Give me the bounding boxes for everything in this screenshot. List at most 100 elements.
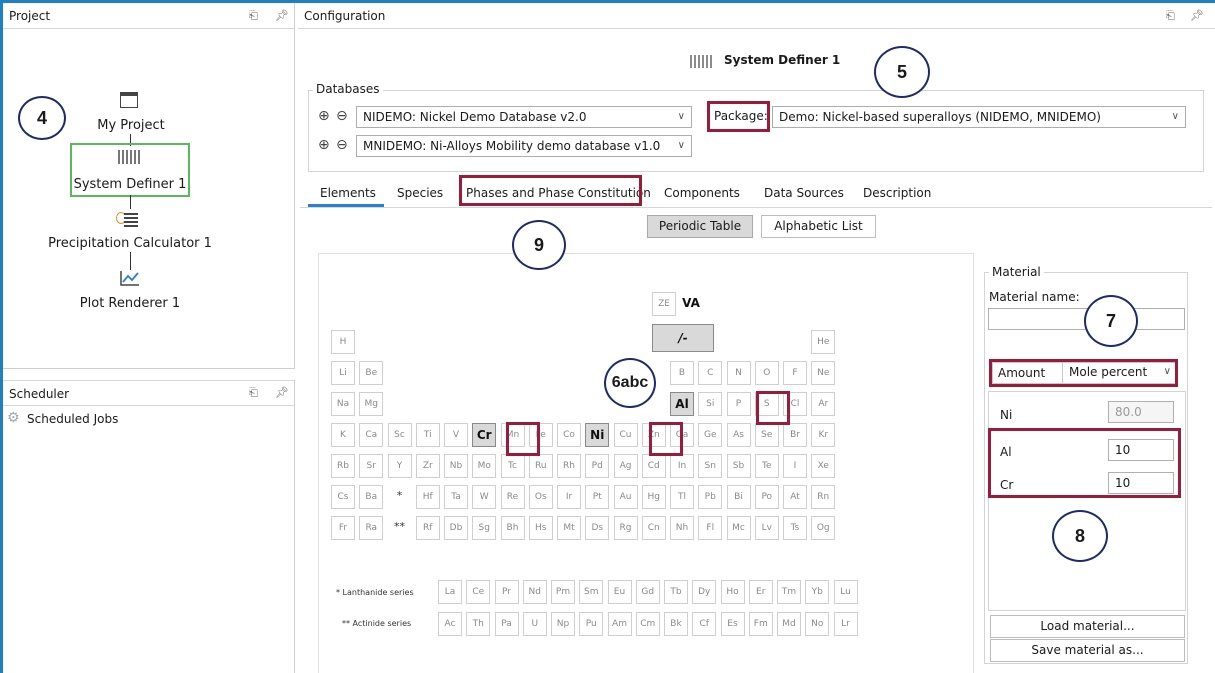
element-Tc[interactable]: Tc — [500, 454, 525, 478]
tree-item-system-definer[interactable]: System Definer 1 — [72, 177, 188, 192]
element-Pa[interactable]: Pa — [494, 612, 519, 636]
tree-item-my-project[interactable]: My Project — [76, 118, 186, 133]
element-At[interactable]: At — [783, 485, 807, 509]
element-Lv[interactable]: Lv — [754, 516, 779, 540]
element-Ni[interactable]: Ni — [585, 423, 610, 447]
element-Ir[interactable]: Ir — [557, 485, 581, 509]
tab-elements[interactable]: Elements — [320, 182, 376, 204]
element-Mc[interactable]: Mc — [726, 516, 751, 540]
element-Pr[interactable]: Pr — [494, 580, 519, 604]
element-Eu[interactable]: Eu — [607, 580, 632, 604]
element-Bk[interactable]: Bk — [664, 612, 688, 636]
element-Mo[interactable]: Mo — [472, 454, 497, 478]
tab-species[interactable]: Species — [397, 182, 443, 204]
element-B[interactable]: B — [670, 361, 694, 385]
element-Ra[interactable]: Ra — [359, 516, 384, 540]
element-Tb[interactable]: Tb — [664, 580, 688, 604]
element-Db[interactable]: Db — [444, 516, 468, 540]
element-Ru[interactable]: Ru — [528, 454, 553, 478]
pin-icon[interactable]: 📌︎ — [275, 3, 289, 29]
element-Ta[interactable]: Ta — [444, 485, 468, 509]
element-Rh[interactable]: Rh — [557, 454, 581, 478]
element-Bi[interactable]: Bi — [726, 485, 751, 509]
element-Fr[interactable]: Fr — [331, 516, 355, 540]
element-Rf[interactable]: Rf — [415, 516, 440, 540]
element-Zr[interactable]: Zr — [415, 454, 440, 478]
element-Nd[interactable]: Nd — [522, 580, 547, 604]
element-No[interactable]: No — [805, 612, 830, 636]
element-Nh[interactable]: Nh — [670, 516, 694, 540]
element-Lu[interactable]: Lu — [833, 580, 858, 604]
element-Rb[interactable]: Rb — [331, 454, 355, 478]
element-Ag[interactable]: Ag — [613, 454, 638, 478]
element-Sb[interactable]: Sb — [726, 454, 751, 478]
add-database-icon[interactable]: ⊕ — [318, 134, 330, 156]
element-VA[interactable]: VA — [679, 292, 703, 316]
element-Lr[interactable]: Lr — [833, 612, 858, 636]
element-Th[interactable]: Th — [466, 612, 491, 636]
tab-data-sources[interactable]: Data Sources — [764, 182, 844, 204]
element-Si[interactable]: Si — [698, 392, 723, 416]
element-Ho[interactable]: Ho — [720, 580, 745, 604]
element-Mt[interactable]: Mt — [557, 516, 581, 540]
element-Yb[interactable]: Yb — [805, 580, 830, 604]
element-Bh[interactable]: Bh — [500, 516, 525, 540]
tree-item-precipitation-calculator[interactable]: Precipitation Calculator 1 — [30, 236, 230, 251]
element-Am[interactable]: Am — [607, 612, 632, 636]
element-Rg[interactable]: Rg — [613, 516, 638, 540]
element-Y[interactable]: Y — [387, 454, 412, 478]
database-select-2[interactable]: MNIDEMO: Ni-Alloys Mobility demo databas… — [356, 135, 692, 157]
element-Ds[interactable]: Ds — [585, 516, 610, 540]
element-He[interactable]: He — [811, 330, 836, 354]
element-Na[interactable]: Na — [331, 392, 355, 416]
element-Pd[interactable]: Pd — [585, 454, 610, 478]
remove-database-icon[interactable]: ⊖ — [336, 134, 348, 156]
element-Ne[interactable]: Ne — [811, 361, 836, 385]
tree-item-plot-renderer[interactable]: Plot Renderer 1 — [60, 296, 200, 311]
element-Co[interactable]: Co — [557, 423, 581, 447]
add-database-icon[interactable]: ⊕ — [318, 105, 330, 127]
element-Au[interactable]: Au — [613, 485, 638, 509]
element-Cr[interactable]: Cr — [472, 423, 497, 447]
pin-icon[interactable]: 📌︎ — [1190, 3, 1204, 29]
element-Gd[interactable]: Gd — [635, 580, 660, 604]
element-Ac[interactable]: Ac — [438, 612, 462, 636]
element-W[interactable]: W — [472, 485, 497, 509]
element-Tl[interactable]: Tl — [670, 485, 694, 509]
element-H[interactable]: H — [331, 330, 355, 354]
element-Se[interactable]: Se — [754, 423, 779, 447]
element-Ts[interactable]: Ts — [783, 516, 807, 540]
element-Hf[interactable]: Hf — [415, 485, 440, 509]
element-Nb[interactable]: Nb — [444, 454, 468, 478]
tab-description[interactable]: Description — [863, 182, 931, 204]
element-Hs[interactable]: Hs — [528, 516, 553, 540]
element-Tm[interactable]: Tm — [777, 580, 801, 604]
element-Pb[interactable]: Pb — [698, 485, 723, 509]
project-window-icon[interactable] — [120, 92, 138, 108]
element-O[interactable]: O — [754, 361, 779, 385]
element-Fl[interactable]: Fl — [698, 516, 723, 540]
element-Ce[interactable]: Ce — [466, 580, 491, 604]
element-Sc[interactable]: Sc — [387, 423, 412, 447]
element-Po[interactable]: Po — [754, 485, 779, 509]
element-Xe[interactable]: Xe — [811, 454, 836, 478]
element-Md[interactable]: Md — [777, 612, 801, 636]
element-Og[interactable]: Og — [811, 516, 836, 540]
element-N[interactable]: N — [726, 361, 751, 385]
element-F[interactable]: F — [783, 361, 807, 385]
element-Hg[interactable]: Hg — [641, 485, 666, 509]
element-Cd[interactable]: Cd — [641, 454, 666, 478]
element-C[interactable]: C — [698, 361, 723, 385]
element-Te[interactable]: Te — [754, 454, 779, 478]
element-Ge[interactable]: Ge — [698, 423, 723, 447]
restore-icon[interactable]: ⎗ — [249, 380, 258, 406]
element-Pu[interactable]: Pu — [579, 612, 604, 636]
element-Fm[interactable]: Fm — [748, 612, 773, 636]
element-Rn[interactable]: Rn — [811, 485, 836, 509]
element-Cs[interactable]: Cs — [331, 485, 355, 509]
save-material-button[interactable]: Save material as... — [990, 639, 1185, 662]
element-Li[interactable]: Li — [331, 361, 355, 385]
element-As[interactable]: As — [726, 423, 751, 447]
load-material-button[interactable]: Load material... — [990, 615, 1185, 638]
element-Ar[interactable]: Ar — [811, 392, 836, 416]
